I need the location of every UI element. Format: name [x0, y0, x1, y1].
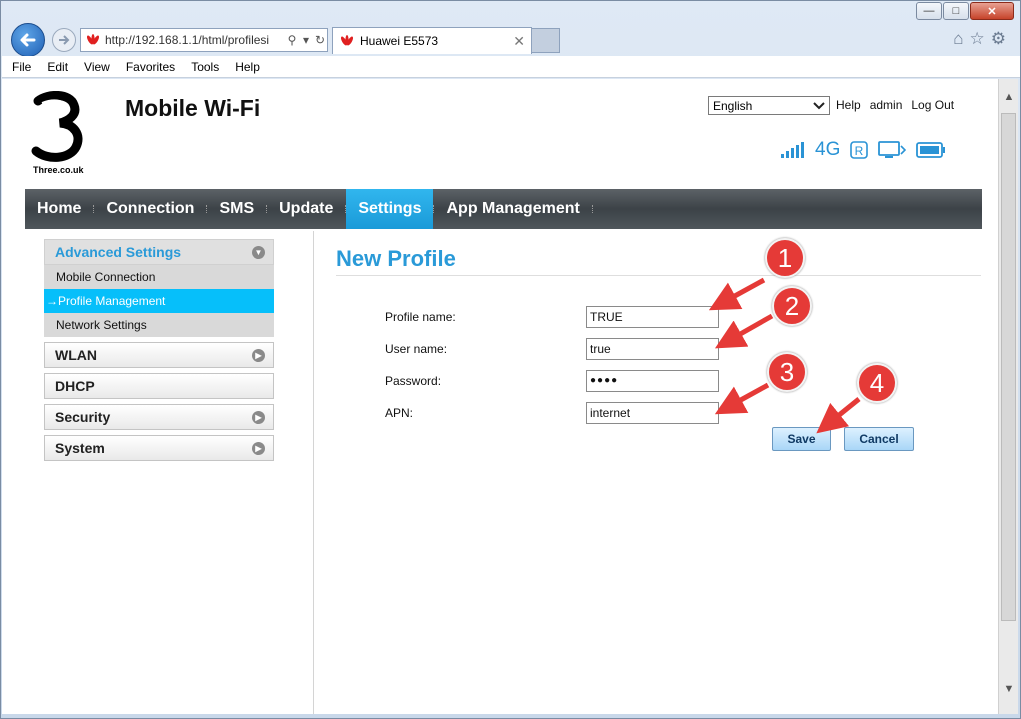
menu-edit[interactable]: Edit [39, 60, 76, 74]
menu-file[interactable]: File [4, 60, 39, 74]
tab-title: Huawei E5573 [360, 34, 439, 48]
annotation-arrows [708, 277, 861, 434]
menu-favorites[interactable]: Favorites [118, 60, 183, 74]
back-button[interactable] [11, 23, 45, 57]
close-tab-icon[interactable]: ✕ [513, 33, 525, 50]
scroll-up-icon[interactable]: ▲ [999, 91, 1019, 103]
window-controls: — □ ✕ [915, 2, 1014, 20]
menu-help[interactable]: Help [227, 60, 268, 74]
callout-arrow-3 [714, 382, 770, 415]
forward-button[interactable] [52, 28, 76, 52]
new-tab-button[interactable] [532, 28, 560, 53]
forward-arrow-icon [59, 35, 70, 45]
minimize-icon[interactable]: — [916, 2, 942, 20]
callout-4: 4 [857, 363, 897, 403]
vertical-scrollbar[interactable]: ▲ ▼ [998, 79, 1018, 714]
address-bar[interactable]: http://192.168.1.1/html/profilesi ⚲ ▾ ↻ [80, 28, 328, 52]
callout-2: 2 [772, 286, 812, 326]
page-viewport: Three.co.uk Mobile Wi-Fi English Help ad… [2, 79, 998, 714]
maximize-icon[interactable]: □ [943, 2, 969, 20]
browser-toolbar-icons: ⌂ ☆ ⚙ [953, 29, 1006, 49]
home-icon[interactable]: ⌂ [953, 29, 963, 49]
gear-icon[interactable]: ⚙ [991, 29, 1006, 49]
callout-arrow-4 [816, 397, 861, 434]
scroll-down-icon[interactable]: ▼ [999, 683, 1019, 695]
callout-arrow-1 [708, 277, 766, 311]
callout-3: 3 [767, 352, 807, 392]
scrollbar-thumb[interactable] [1001, 113, 1016, 621]
search-icon[interactable]: ⚲ [285, 33, 299, 47]
close-window-icon[interactable]: ✕ [970, 2, 1014, 20]
callout-arrow-2 [714, 313, 774, 349]
huawei-tab-logo-icon [340, 35, 354, 46]
menu-bar: File Edit View Favorites Tools Help [2, 56, 1020, 78]
back-arrow-icon [20, 33, 36, 47]
callout-1: 1 [765, 238, 805, 278]
browser-window: — □ ✕ http://192.168.1.1/html/profilesi … [0, 0, 1021, 719]
menu-tools[interactable]: Tools [183, 60, 227, 74]
address-url: http://192.168.1.1/html/profilesi [105, 33, 270, 47]
dropdown-icon[interactable]: ▾ [299, 33, 313, 47]
huawei-logo-icon [86, 34, 100, 45]
refresh-icon[interactable]: ↻ [313, 33, 327, 47]
favorites-star-icon[interactable]: ☆ [970, 29, 985, 49]
browser-tab[interactable]: Huawei E5573 ✕ [332, 27, 532, 54]
menu-view[interactable]: View [76, 60, 118, 74]
